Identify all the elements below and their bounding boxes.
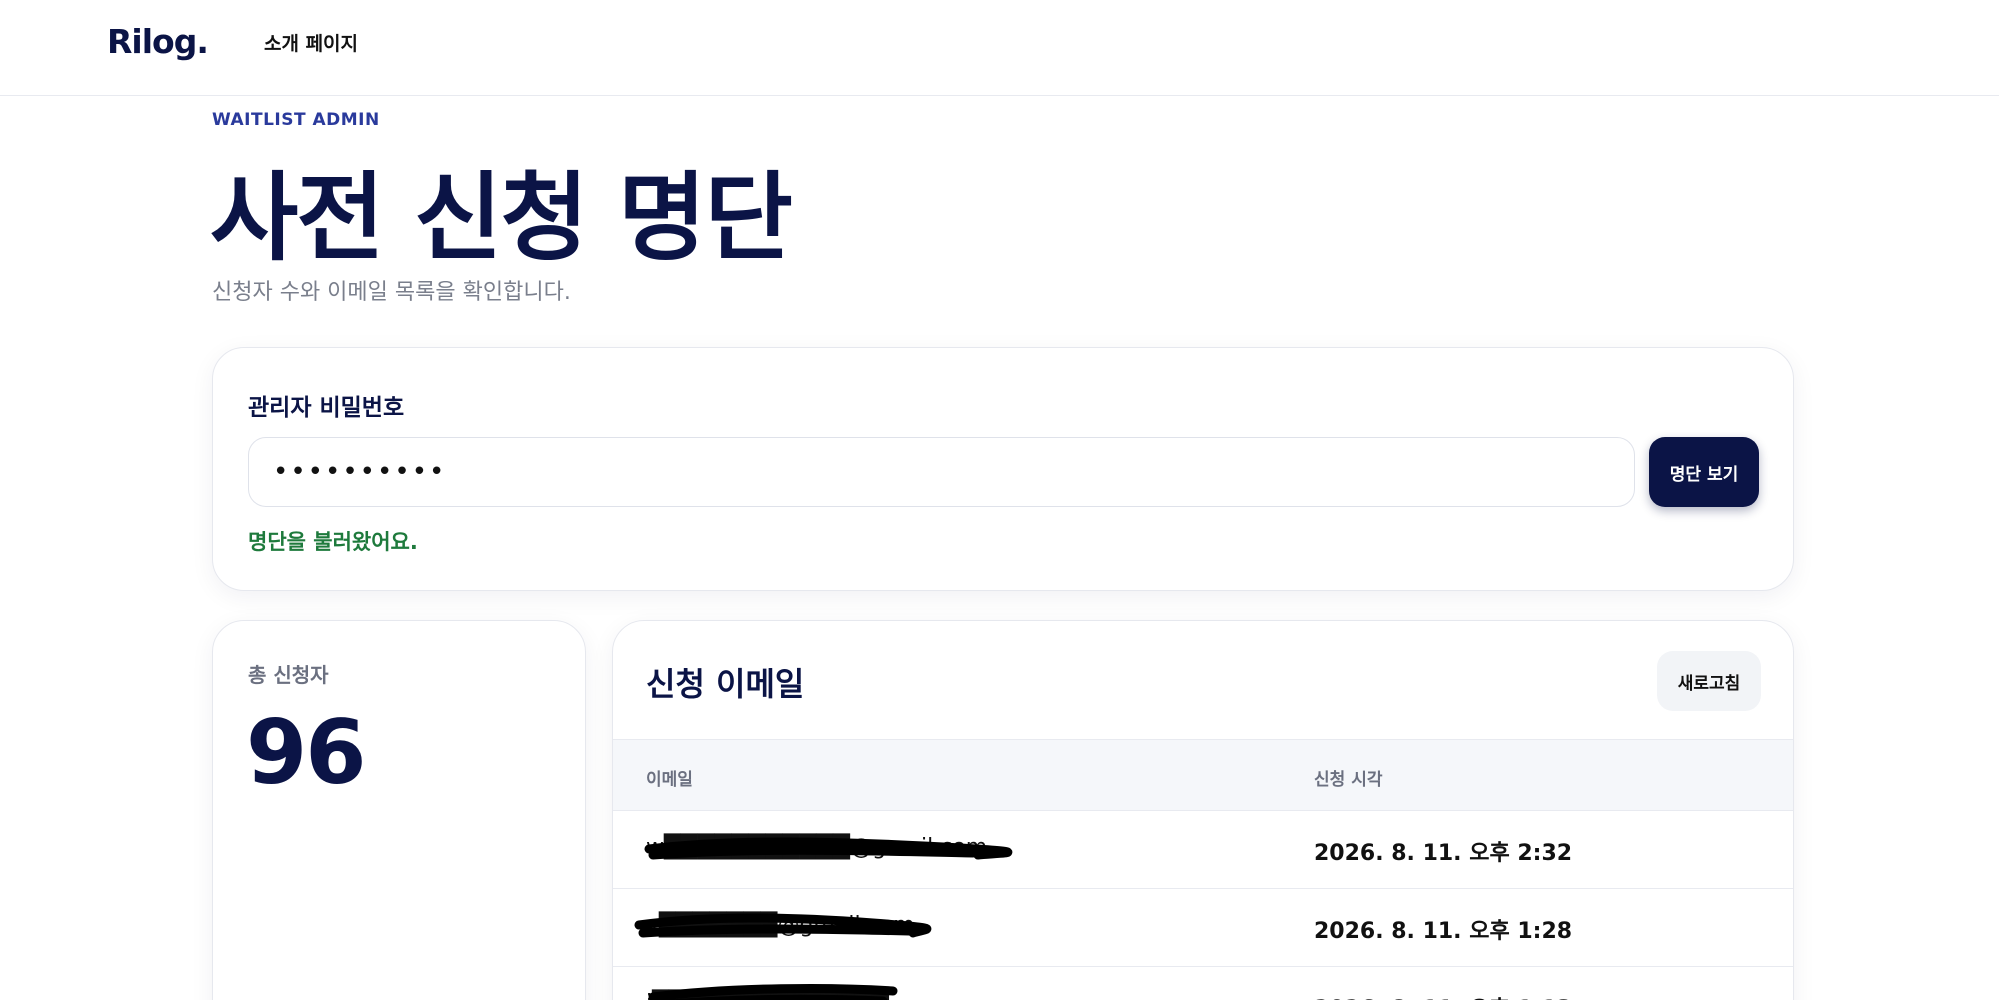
- time-cell: 2026. 8. 11. 오후 1:13: [1314, 991, 1572, 1000]
- email-list-card: 신청 이메일 새로고침 이메일 신청 시각 w███████████@gmail…: [612, 620, 1794, 1000]
- password-label: 관리자 비밀번호: [248, 395, 405, 421]
- column-header-email: 이메일: [646, 770, 693, 790]
- table-header: 이메일 신청 시각: [613, 739, 1793, 811]
- email-list-title: 신청 이메일: [646, 665, 805, 703]
- table-row: v███████@gmail.com 2026. 8. 11. 오후 1:28: [613, 889, 1793, 967]
- time-cell: 2026. 8. 11. 오후 2:32: [1314, 841, 1573, 866]
- column-header-time: 신청 시각: [1314, 770, 1383, 790]
- nav-link-about[interactable]: 소개 페이지: [264, 29, 358, 56]
- password-card: 관리자 비밀번호 명단 보기 명단을 불러왔어요.: [212, 347, 1794, 591]
- logo[interactable]: Rilog.: [107, 22, 209, 61]
- top-navigation-bar: Rilog. 소개 페이지: [0, 0, 1999, 96]
- refresh-button[interactable]: 새로고침: [1657, 651, 1761, 711]
- password-input[interactable]: [248, 437, 1635, 507]
- status-message: 명단을 불러왔어요.: [248, 530, 418, 554]
- table-row: i██████████████ 2026. 8. 11. 오후 1:13: [613, 967, 1793, 1000]
- section-eyebrow: WAITLIST ADMIN: [212, 110, 380, 130]
- email-cell: i██████████████: [646, 991, 889, 1000]
- time-cell: 2026. 8. 11. 오후 1:28: [1314, 919, 1573, 944]
- page-title: 사전 신청 명단: [210, 162, 793, 274]
- view-list-button[interactable]: 명단 보기: [1649, 437, 1759, 507]
- page-subtitle: 신청자 수와 이메일 목록을 확인합니다.: [212, 280, 571, 305]
- total-applicants-card: 총 신청자 96: [212, 620, 586, 1000]
- email-cell: v███████@gmail.com: [646, 913, 915, 938]
- table-row: w███████████@gmail.com 2026. 8. 11. 오후 2…: [613, 811, 1793, 889]
- total-applicants-label: 총 신청자: [248, 663, 329, 687]
- total-applicants-value: 96: [246, 701, 366, 804]
- email-cell: w███████████@gmail.com: [646, 835, 988, 860]
